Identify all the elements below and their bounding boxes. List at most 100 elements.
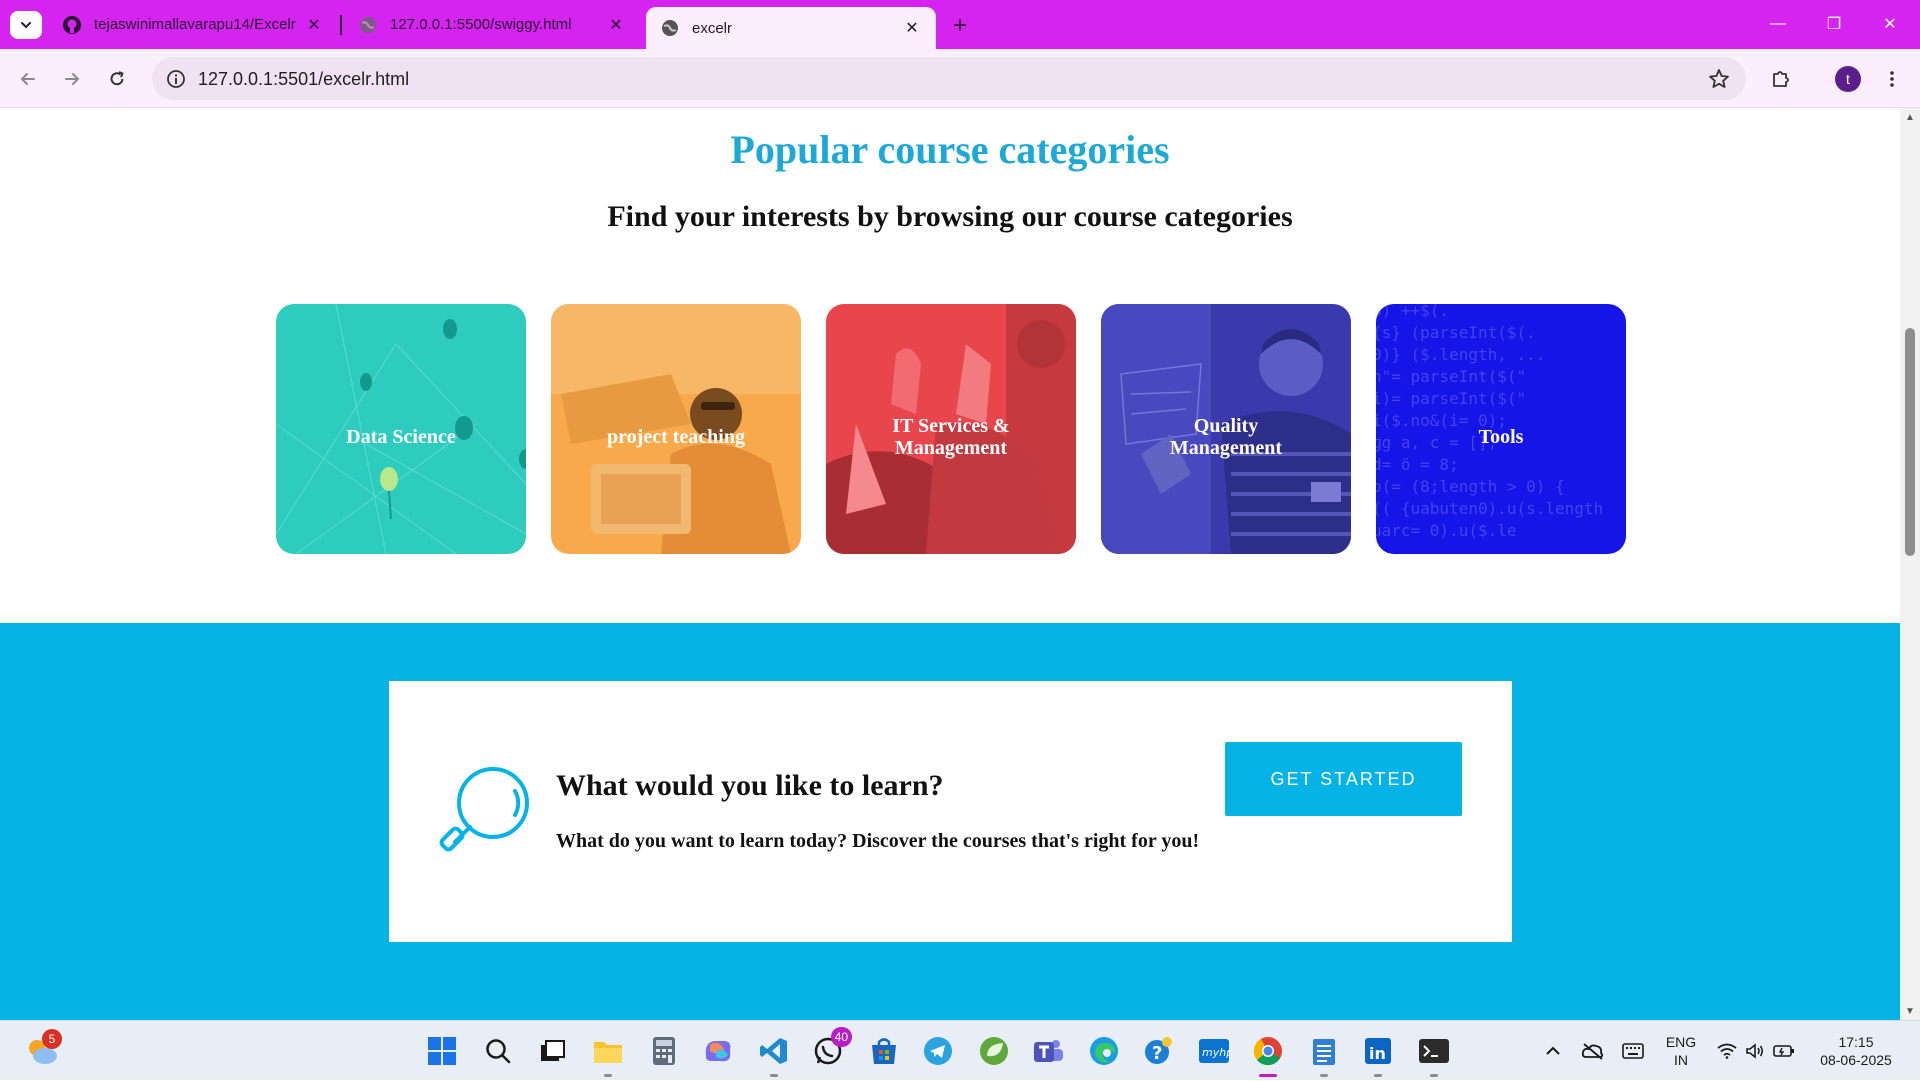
category-card-project-teaching[interactable]: project teaching [551, 304, 801, 554]
cta-section: What would you like to learn? What do yo… [0, 623, 1900, 1020]
language-code: ENG [1665, 1034, 1697, 1050]
file-explorer-icon[interactable] [590, 1033, 626, 1077]
vscode-icon[interactable] [756, 1033, 792, 1077]
clock-time: 17:15 [1838, 1034, 1874, 1050]
clock[interactable]: 17:15 08-06-2025 [1806, 1021, 1906, 1081]
arrow-right-icon [65, 73, 79, 85]
clock-date: 08-06-2025 [1820, 1052, 1892, 1068]
language-indicator[interactable]: ENG IN [1656, 1021, 1706, 1081]
linkedin-icon[interactable]: in [1360, 1033, 1396, 1077]
get-help-icon[interactable]: ? [1140, 1033, 1176, 1069]
cta-description: What do you want to learn today? Discove… [556, 830, 1200, 852]
category-card-tools[interactable]: $) ++$(. {s} (parseInt($(. 0)} ($.length… [1376, 304, 1626, 554]
region-code: IN [1674, 1052, 1688, 1068]
running-indicator [1374, 1074, 1382, 1077]
spring-tool-icon[interactable] [976, 1033, 1012, 1069]
onedrive-offline-icon[interactable] [1578, 1021, 1608, 1081]
terminal-icon[interactable] [1416, 1033, 1452, 1077]
running-indicator [604, 1074, 612, 1077]
myhp-icon[interactable]: myhp [1196, 1033, 1232, 1069]
minimize-icon[interactable]: — [1764, 10, 1792, 38]
address-bar[interactable]: 127.0.0.1:5501/excelr.html [152, 57, 1746, 100]
calculator-icon[interactable] [646, 1033, 682, 1069]
reload-button[interactable] [101, 63, 133, 95]
bookmark-star-icon[interactable] [1706, 66, 1732, 92]
quick-settings[interactable] [1714, 1021, 1798, 1081]
touch-keyboard-icon[interactable] [1618, 1021, 1648, 1081]
show-hidden-icons-chevron-icon[interactable] [1540, 1021, 1566, 1081]
telegram-icon[interactable] [920, 1033, 956, 1069]
tab-swiggy[interactable]: 127.0.0.1:5500/swiggy.html ✕ [344, 0, 640, 49]
reload-icon [110, 71, 124, 86]
extensions-button[interactable] [1765, 63, 1797, 95]
chrome-icon[interactable] [1250, 1033, 1286, 1077]
tab-title: tejaswinimallavarapu14/Excelr- [94, 16, 296, 33]
site-info-icon[interactable] [164, 67, 188, 91]
category-card-quality-management[interactable]: Quality Management [1101, 304, 1351, 554]
section-title: Popular course categories [730, 127, 1170, 172]
arrow-left-icon [21, 73, 35, 85]
close-icon[interactable]: ✕ [902, 18, 922, 38]
more-vertical-icon [1890, 71, 1894, 87]
close-icon[interactable]: ✕ [606, 15, 626, 35]
windows-taskbar: 5 40 ? myhp [0, 1020, 1920, 1080]
category-card-it-services[interactable]: IT Services & Management [826, 304, 1076, 554]
restore-icon[interactable]: ❐ [1820, 10, 1848, 38]
category-label: Tools [1478, 426, 1524, 448]
page-scrollbar[interactable]: ▲ ▼ [1900, 108, 1920, 1020]
battery-icon [1773, 1045, 1794, 1057]
category-label: Quality Management [1169, 415, 1283, 459]
start-button[interactable] [424, 1033, 460, 1069]
running-indicator [1430, 1074, 1438, 1077]
page-viewport: Popular course categories Find your inte… [0, 108, 1900, 1020]
profile-avatar[interactable]: t [1835, 66, 1861, 92]
svg-text:?: ? [1152, 1043, 1162, 1064]
url-text[interactable]: 127.0.0.1:5501/excelr.html [198, 69, 409, 90]
weather-badge: 5 [42, 1029, 62, 1049]
tab-search-button[interactable] [10, 11, 42, 39]
active-indicator [1259, 1074, 1277, 1077]
new-tab-button[interactable]: + [946, 12, 974, 40]
teams-icon[interactable] [1030, 1033, 1066, 1069]
puzzle-icon [1773, 71, 1789, 87]
wifi-icon [1717, 1043, 1737, 1059]
whatsapp-icon[interactable]: 40 [810, 1027, 852, 1069]
tab-github[interactable]: tejaswinimallavarapu14/Excelr- ✕ [48, 0, 338, 49]
microsoft-store-icon[interactable] [866, 1033, 902, 1069]
running-indicator [770, 1074, 778, 1077]
browser-menu-button[interactable] [1876, 63, 1908, 95]
category-label: IT Services & Management [892, 415, 1010, 459]
volume-icon [1746, 1043, 1764, 1059]
section-subtitle: Find your interests by browsing our cour… [607, 200, 1293, 233]
back-button[interactable] [12, 63, 44, 95]
task-view-button[interactable] [534, 1033, 570, 1069]
task-view-icon [541, 1040, 565, 1061]
weather-widget-icon[interactable]: 5 [24, 1029, 62, 1069]
browser-tab-bar: tejaswinimallavarapu14/Excelr- ✕ 127.0.0… [0, 0, 1920, 49]
tab-excelr-active[interactable]: excelr ✕ [646, 7, 936, 49]
scroll-down-icon[interactable]: ▼ [1904, 1006, 1916, 1017]
window-close-icon[interactable]: ✕ [1876, 10, 1904, 38]
tab-title: excelr [692, 19, 733, 37]
globe-icon [662, 20, 678, 36]
close-icon[interactable]: ✕ [304, 15, 324, 35]
running-indicator [1320, 1074, 1328, 1077]
scrollbar-thumb[interactable] [1905, 328, 1915, 556]
svg-text:myhp: myhp [1202, 1046, 1230, 1059]
get-started-button[interactable]: GET STARTED [1225, 742, 1462, 816]
notepad-icon[interactable] [1306, 1033, 1342, 1077]
cta-question: What would you like to learn? [556, 769, 944, 802]
browser-toolbar: 127.0.0.1:5501/excelr.html t [0, 49, 1920, 108]
edge-icon[interactable] [1086, 1033, 1122, 1069]
copilot-icon[interactable] [700, 1033, 736, 1069]
cta-card: What would you like to learn? What do yo… [389, 681, 1512, 942]
search-button[interactable] [480, 1033, 516, 1069]
scroll-up-icon[interactable]: ▲ [1904, 112, 1916, 123]
chevron-down-icon [21, 22, 31, 29]
forward-button[interactable] [56, 63, 88, 95]
svg-text:in: in [1369, 1044, 1386, 1063]
category-card-data-science[interactable]: Data Science [276, 304, 526, 554]
tab-separator [340, 15, 342, 35]
category-label: Data Science [346, 426, 456, 448]
magnifier-icon [439, 767, 529, 852]
